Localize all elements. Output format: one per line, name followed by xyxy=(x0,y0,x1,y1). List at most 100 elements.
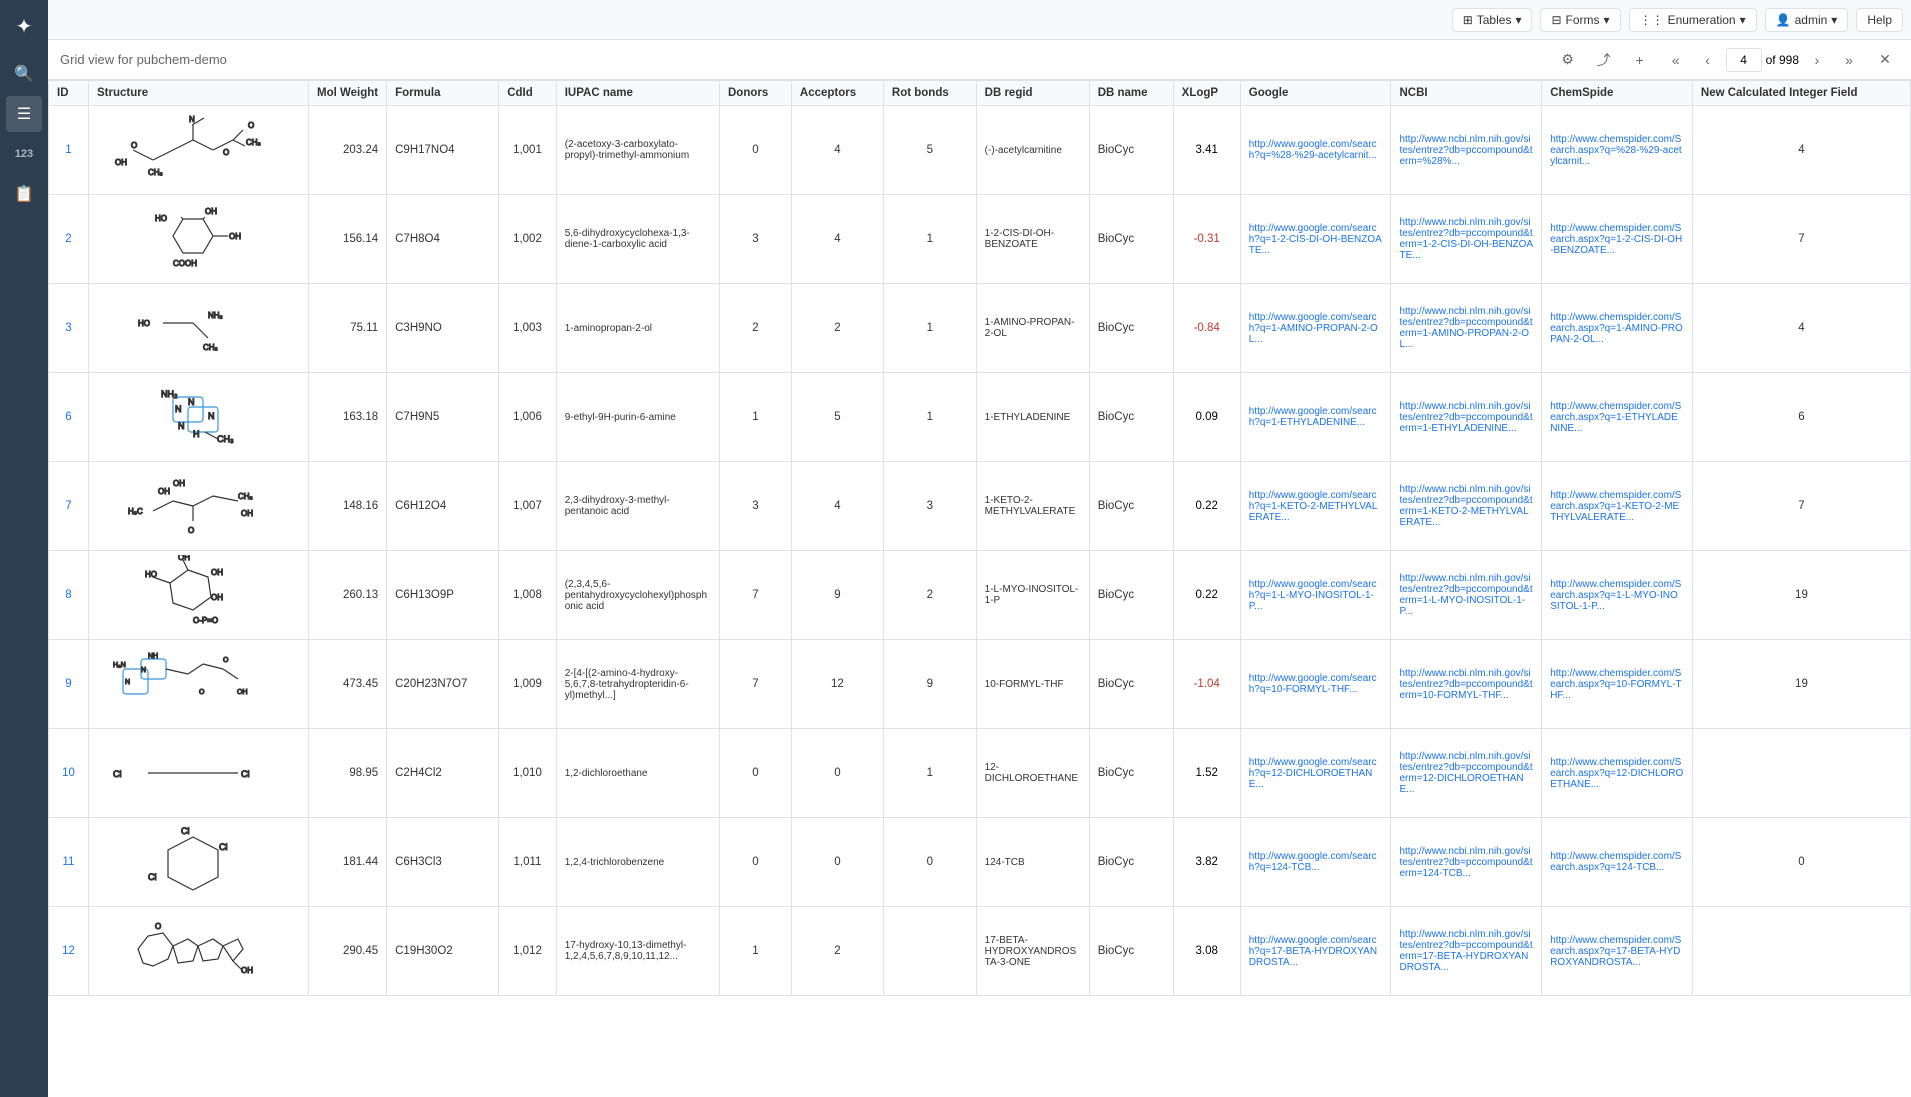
svg-text:H₂N: H₂N xyxy=(113,662,126,669)
cell-ncbi[interactable]: http://www.ncbi.nlm.nih.gov/sites/entrez… xyxy=(1391,195,1542,284)
cell-chemspider[interactable]: http://www.chemspider.com/Search.aspx?q=… xyxy=(1542,106,1693,195)
cell-google[interactable]: http://www.google.com/search?q=1-2-CIS-D… xyxy=(1240,195,1391,284)
table-row: 9 N N NH H₂N O OH O 473.45 C20 xyxy=(49,640,1911,729)
cell-formula: C7H8O4 xyxy=(387,195,499,284)
cell-iupac: 1,2,4-trichlorobenzene xyxy=(556,818,719,907)
cell-chemspider[interactable]: http://www.chemspider.com/Search.aspx?q=… xyxy=(1542,640,1693,729)
cell-formula: C6H13O9P xyxy=(387,551,499,640)
sidebar: ✦ 🔍 ☰ 123 📋 xyxy=(0,0,48,1097)
sidebar-item-search[interactable]: 🔍 xyxy=(6,56,42,92)
share-icon-btn[interactable]: ⤴ xyxy=(1590,46,1618,74)
svg-text:OH: OH xyxy=(158,487,170,496)
next-next-page-btn[interactable]: » xyxy=(1835,46,1863,74)
page-input[interactable] xyxy=(1726,48,1762,72)
cell-db-name: BioCyc xyxy=(1089,551,1173,640)
cell-chemspider[interactable]: http://www.chemspider.com/Search.aspx?q=… xyxy=(1542,551,1693,640)
svg-text:H₃C: H₃C xyxy=(128,507,143,516)
cell-ncbi[interactable]: http://www.ncbi.nlm.nih.gov/sites/entrez… xyxy=(1391,907,1542,996)
cell-xlogp: 0.22 xyxy=(1173,551,1240,640)
cell-ncbi[interactable]: http://www.ncbi.nlm.nih.gov/sites/entrez… xyxy=(1391,818,1542,907)
cell-chemspider[interactable]: http://www.chemspider.com/Search.aspx?q=… xyxy=(1542,729,1693,818)
svg-text:N: N xyxy=(125,679,130,686)
cell-structure: H₃C OH OH CH₃ O OH xyxy=(89,462,309,551)
add-icon-btn[interactable]: + xyxy=(1626,46,1654,74)
prev-prev-page-btn[interactable]: « xyxy=(1662,46,1690,74)
svg-text:CH₃: CH₃ xyxy=(148,168,163,177)
cell-google[interactable]: http://www.google.com/search?q=1-KETO-2-… xyxy=(1240,462,1391,551)
sidebar-item-clipboard[interactable]: 📋 xyxy=(6,176,42,212)
enum-icon: ⋮⋮ xyxy=(1640,13,1664,27)
svg-text:HO: HO xyxy=(145,570,157,579)
col-cdid: CdId xyxy=(499,81,557,106)
cell-google[interactable]: http://www.google.com/search?q=1-ETHYLAD… xyxy=(1240,373,1391,462)
cell-cdid: 1,008 xyxy=(499,551,557,640)
cell-rot-bonds: 1 xyxy=(883,195,976,284)
cell-db-regid: 10-FORMYL-THF xyxy=(976,640,1089,729)
enumeration-button[interactable]: ⋮⋮ Enumeration ▾ xyxy=(1629,8,1757,32)
table-row: 10 Cl Cl 98.95 C2H4Cl2 1,010 1,2-dichlor… xyxy=(49,729,1911,818)
cell-formula: C2H4Cl2 xyxy=(387,729,499,818)
cell-google[interactable]: http://www.google.com/search?q=12-DICHLO… xyxy=(1240,729,1391,818)
svg-text:H: H xyxy=(193,429,200,439)
cell-calc-int: 4 xyxy=(1692,106,1910,195)
svg-text:OH: OH xyxy=(205,207,217,216)
cell-ncbi[interactable]: http://www.ncbi.nlm.nih.gov/sites/entrez… xyxy=(1391,729,1542,818)
svg-text:N: N xyxy=(188,397,195,407)
svg-text:O: O xyxy=(199,689,205,696)
cell-donors: 0 xyxy=(719,818,791,907)
close-icon-btn[interactable]: ✕ xyxy=(1871,46,1899,74)
cell-ncbi[interactable]: http://www.ncbi.nlm.nih.gov/sites/entrez… xyxy=(1391,284,1542,373)
cell-ncbi[interactable]: http://www.ncbi.nlm.nih.gov/sites/entrez… xyxy=(1391,373,1542,462)
cell-db-name: BioCyc xyxy=(1089,907,1173,996)
cell-chemspider[interactable]: http://www.chemspider.com/Search.aspx?q=… xyxy=(1542,373,1693,462)
cell-mol-weight: 163.18 xyxy=(309,373,387,462)
admin-button[interactable]: 👤 admin ▾ xyxy=(1765,8,1849,32)
next-page-btn[interactable]: › xyxy=(1803,46,1831,74)
cell-chemspider[interactable]: http://www.chemspider.com/Search.aspx?q=… xyxy=(1542,462,1693,551)
svg-text:N: N xyxy=(189,115,195,124)
table-row: 8 HO OH OH OH O-P=O 260.13 C6H13O9P 1,00… xyxy=(49,551,1911,640)
cell-id: 2 xyxy=(49,195,89,284)
cell-ncbi[interactable]: http://www.ncbi.nlm.nih.gov/sites/entrez… xyxy=(1391,640,1542,729)
cell-iupac: 2-[4-[(2-amino-4-hydroxy-5,6,7,8-tetrahy… xyxy=(556,640,719,729)
table-row: 7 H₃C OH OH CH₃ O OH 148.16 C6H12O4 1,00… xyxy=(49,462,1911,551)
cell-formula: C19H30O2 xyxy=(387,907,499,996)
help-button[interactable]: Help xyxy=(1856,8,1903,32)
cell-ncbi[interactable]: http://www.ncbi.nlm.nih.gov/sites/entrez… xyxy=(1391,551,1542,640)
settings-icon-btn[interactable]: ⚙ xyxy=(1554,46,1582,74)
prev-page-btn[interactable]: ‹ xyxy=(1694,46,1722,74)
data-table: ID Structure Mol Weight Formula CdId IUP… xyxy=(48,80,1911,996)
sidebar-logo[interactable]: ✦ xyxy=(6,8,42,44)
cell-google[interactable]: http://www.google.com/search?q=%28-%29-a… xyxy=(1240,106,1391,195)
molecule-structure: O O OH N O CH₃ CH₃ xyxy=(93,110,293,190)
cell-chemspider[interactable]: http://www.chemspider.com/Search.aspx?q=… xyxy=(1542,195,1693,284)
tables-button[interactable]: ⊞ Tables ▾ xyxy=(1452,8,1533,32)
cell-google[interactable]: http://www.google.com/search?q=1-L-MYO-I… xyxy=(1240,551,1391,640)
cell-iupac: 2,3-dihydroxy-3-methyl-pentanoic acid xyxy=(556,462,719,551)
forms-chevron-icon: ▾ xyxy=(1604,13,1610,27)
cell-rot-bonds: 2 xyxy=(883,551,976,640)
sidebar-item-list[interactable]: ☰ xyxy=(6,96,42,132)
cell-chemspider[interactable]: http://www.chemspider.com/Search.aspx?q=… xyxy=(1542,907,1693,996)
cell-mol-weight: 473.45 xyxy=(309,640,387,729)
cell-acceptors: 4 xyxy=(791,195,883,284)
cell-ncbi[interactable]: http://www.ncbi.nlm.nih.gov/sites/entrez… xyxy=(1391,462,1542,551)
cell-formula: C6H12O4 xyxy=(387,462,499,551)
cell-iupac: 17-hydroxy-10,13-dimethyl-1,2,4,5,6,7,8,… xyxy=(556,907,719,996)
cell-ncbi[interactable]: http://www.ncbi.nlm.nih.gov/sites/entrez… xyxy=(1391,106,1542,195)
grid-title: Grid view for pubchem-demo xyxy=(60,52,1546,67)
cell-google[interactable]: http://www.google.com/search?q=124-TCB..… xyxy=(1240,818,1391,907)
forms-button[interactable]: ⊟ Forms ▾ xyxy=(1540,8,1620,32)
cell-chemspider[interactable]: http://www.chemspider.com/Search.aspx?q=… xyxy=(1542,818,1693,907)
svg-text:O: O xyxy=(223,148,229,157)
cell-calc-int: 19 xyxy=(1692,551,1910,640)
cell-google[interactable]: http://www.google.com/search?q=10-FORMYL… xyxy=(1240,640,1391,729)
cell-chemspider[interactable]: http://www.chemspider.com/Search.aspx?q=… xyxy=(1542,284,1693,373)
sidebar-item-data[interactable]: 123 xyxy=(6,136,42,172)
table-header-row: ID Structure Mol Weight Formula CdId IUP… xyxy=(49,81,1911,106)
cell-google[interactable]: http://www.google.com/search?q=1-AMINO-P… xyxy=(1240,284,1391,373)
table-container[interactable]: ID Structure Mol Weight Formula CdId IUP… xyxy=(48,80,1911,1097)
cell-donors: 1 xyxy=(719,373,791,462)
col-iupac: IUPAC name xyxy=(556,81,719,106)
cell-google[interactable]: http://www.google.com/search?q=17-BETA-H… xyxy=(1240,907,1391,996)
